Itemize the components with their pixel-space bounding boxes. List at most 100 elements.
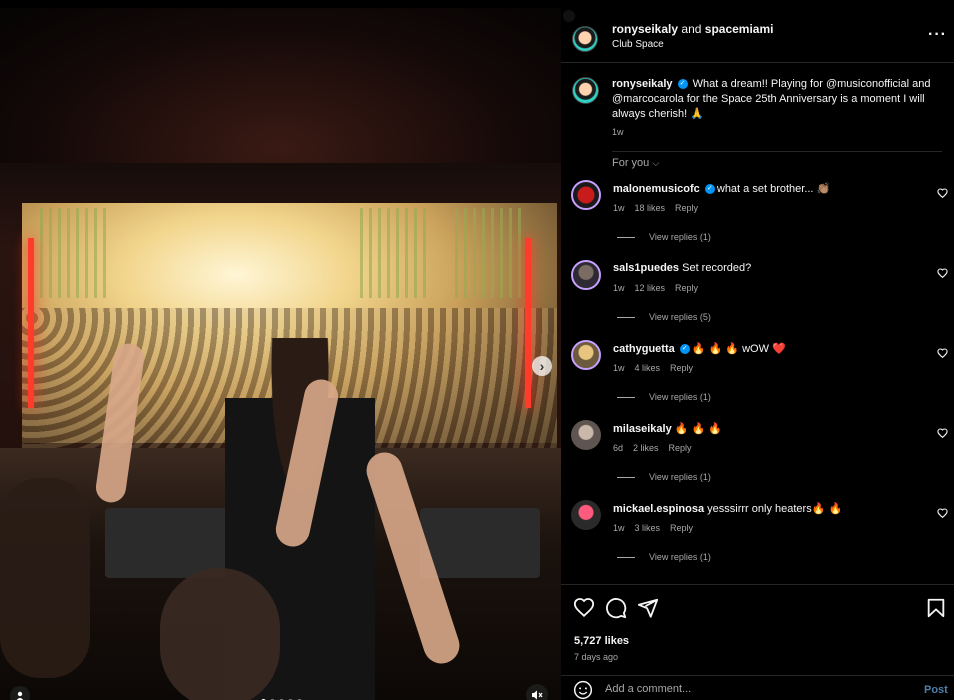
comment-item: sals1puedes Set recorded? 1w 12 likes Reply… (561, 256, 954, 336)
likes-count[interactable]: 5,727 likes (574, 635, 629, 647)
commenter-avatar[interactable] (571, 420, 601, 450)
view-replies-button[interactable]: View replies (5) (617, 312, 711, 322)
media-red-light (525, 238, 531, 408)
heart-icon (937, 428, 948, 439)
reply-button[interactable]: Reply (669, 443, 692, 453)
add-comment-bar: Post (561, 675, 954, 700)
collaborator-avatar[interactable] (561, 8, 577, 24)
post-authors: ronyseikaly and spacemiami (612, 22, 773, 36)
more-icon: ··· (928, 26, 947, 43)
comment-item: mickael.espinosa yesssirrr only heaters🔥… (561, 496, 954, 576)
comment-age: 1w (613, 363, 625, 373)
caption-age: 1w (612, 127, 624, 137)
comment-body: yesssirrr only heaters🔥 🔥 (707, 503, 843, 515)
replies-divider (617, 396, 635, 398)
heart-icon (937, 188, 948, 199)
share-button[interactable] (637, 597, 659, 619)
heart-icon (937, 268, 948, 279)
emoji-button[interactable] (573, 680, 593, 700)
post-location[interactable]: Club Space (612, 39, 664, 50)
comment-age: 1w (613, 523, 625, 533)
collaborator-username[interactable]: spacemiami (705, 22, 774, 36)
carousel-next-button[interactable]: › (532, 356, 552, 376)
media-ceiling (0, 8, 561, 163)
view-replies-button[interactable]: View replies (1) (617, 552, 711, 562)
commenter-username[interactable]: malonemusicofc (613, 183, 700, 195)
chevron-right-icon: › (539, 358, 545, 374)
comment-meta: 6d 2 likes Reply (613, 443, 702, 453)
tagged-users-button[interactable] (10, 686, 30, 700)
media-vines (455, 208, 525, 298)
caption-username[interactable]: ronyseikaly (612, 78, 673, 90)
author-username[interactable]: ronyseikaly (612, 22, 678, 36)
verified-badge-icon: ✓ (677, 79, 688, 90)
post-media[interactable]: › (0, 8, 561, 700)
commenter-username[interactable]: sals1puedes (613, 262, 679, 274)
save-button[interactable] (925, 597, 947, 619)
comment-like-button[interactable] (937, 268, 948, 282)
post-actions: 5,727 likes 7 days ago Post (561, 584, 954, 700)
view-replies-button[interactable]: View replies (1) (617, 232, 711, 242)
view-replies-button[interactable]: View replies (1) (617, 472, 711, 482)
like-button[interactable] (573, 597, 595, 619)
view-replies-label: View replies (1) (649, 392, 711, 402)
view-replies-button[interactable]: View replies (1) (617, 392, 711, 402)
view-replies-label: View replies (1) (649, 472, 711, 482)
post-date[interactable]: 7 days ago (574, 652, 618, 662)
replies-divider (617, 236, 635, 238)
reply-button[interactable]: Reply (670, 363, 693, 373)
heart-icon (573, 598, 595, 618)
comment-button[interactable] (605, 597, 627, 619)
comment-likes[interactable]: 18 likes (635, 203, 666, 213)
commenter-avatar[interactable] (571, 500, 601, 530)
post-comment-button[interactable]: Post (924, 684, 948, 696)
comment-like-button[interactable] (937, 428, 948, 442)
replies-divider (617, 316, 635, 318)
commenter-username[interactable]: mickael.espinosa (613, 503, 704, 515)
comment-text-line: sals1puedes Set recorded? (613, 262, 913, 274)
commenter-avatar[interactable] (571, 260, 601, 290)
comment-likes[interactable]: 2 likes (633, 443, 659, 453)
comment-like-button[interactable] (937, 348, 948, 362)
comment-item: cathyguetta ✓ 🔥 🔥 🔥 wOW ❤️ 1w 4 likes Reply V… (561, 336, 954, 416)
comment-body: 🔥 🔥 🔥 (674, 423, 722, 435)
comment-like-button[interactable] (937, 508, 948, 522)
comment-like-button[interactable] (937, 188, 948, 202)
commenter-username[interactable]: milaseikaly (613, 423, 672, 435)
comments-sort-label: For you (612, 157, 650, 169)
reply-button[interactable]: Reply (675, 203, 698, 213)
chevron-down-icon: ⌵ (652, 158, 660, 168)
reply-button[interactable]: Reply (670, 523, 693, 533)
media-vines (360, 208, 430, 298)
send-icon (637, 598, 659, 618)
replies-divider (617, 556, 635, 558)
divider (612, 151, 942, 152)
view-replies-label: View replies (1) (649, 232, 711, 242)
reply-button[interactable]: Reply (675, 283, 698, 293)
mute-button[interactable] (526, 684, 548, 700)
commenter-avatar[interactable] (571, 180, 601, 210)
comment-likes[interactable]: 3 likes (635, 523, 661, 533)
comments-sort-dropdown[interactable]: For you ⌵ (612, 157, 659, 169)
comment-body: what a set brother... 👏🏽 (716, 183, 831, 195)
comment-text-line: malonemusicofc ✓ what a set brother... 👏🏽 (613, 182, 913, 195)
comment-item: malonemusicofc ✓ what a set brother... 👏🏽… (561, 176, 954, 256)
comment-text-line: mickael.espinosa yesssirrr only heaters🔥… (613, 502, 913, 515)
bookmark-icon (927, 598, 945, 618)
comment-text-line: cathyguetta ✓ 🔥 🔥 🔥 wOW ❤️ (613, 342, 913, 355)
add-comment-input[interactable] (605, 680, 895, 698)
caption-text-block: ronyseikaly ✓ What a dream!! Playing for… (612, 77, 932, 122)
author-avatar[interactable] (572, 26, 598, 52)
comment-age: 1w (613, 203, 625, 213)
caption-author-avatar[interactable] (572, 77, 599, 104)
commenter-username[interactable]: cathyguetta (613, 343, 675, 355)
user-icon (16, 691, 24, 700)
more-options-button[interactable]: ··· (928, 26, 947, 44)
comment-likes[interactable]: 4 likes (635, 363, 661, 373)
commenter-avatar[interactable] (571, 340, 601, 370)
comment-likes[interactable]: 12 likes (635, 283, 666, 293)
comment-meta: 1w 3 likes Reply (613, 523, 703, 533)
comments-list[interactable]: malonemusicofc ✓ what a set brother... 👏🏽… (561, 176, 954, 584)
comment-meta: 1w 18 likes Reply (613, 203, 708, 213)
comment-text-line: milaseikaly 🔥 🔥 🔥 (613, 422, 913, 435)
